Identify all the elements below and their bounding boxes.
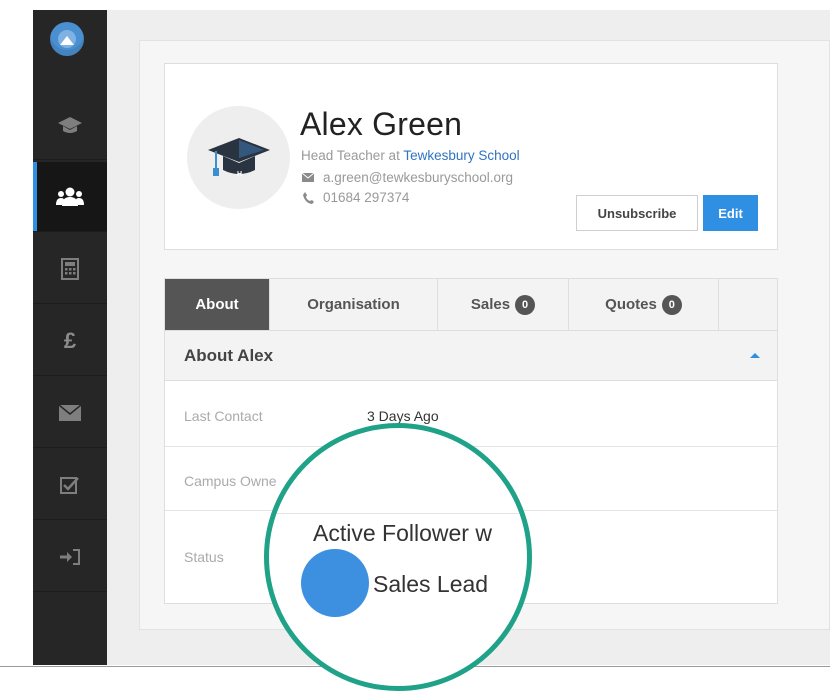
sidebar-item-calculator[interactable] <box>33 234 107 304</box>
tab-quotes[interactable]: Quotes 0 <box>569 279 719 330</box>
contact-phone: 01684 297374 <box>301 190 409 205</box>
avatar-letter: H <box>237 171 242 178</box>
sidebar-item-finance[interactable]: £ <box>33 306 107 376</box>
tab-bar: About Organisation Sales 0 Quotes 0 <box>165 279 777 331</box>
contact-name: Alex Green <box>300 106 463 142</box>
field-value: 3 Days Ago <box>367 408 439 424</box>
phone-icon <box>301 191 315 204</box>
tab-sales[interactable]: Sales 0 <box>438 279 569 330</box>
sign-in-icon <box>60 548 80 565</box>
section-title: About Alex <box>184 346 274 365</box>
status-option-label[interactable]: Sales Lead <box>373 571 488 598</box>
role-title: Head Teacher at <box>301 148 400 163</box>
avatar: H <box>187 106 290 209</box>
email-value[interactable]: a.green@tewkesburyschool.org <box>323 170 513 185</box>
school-link[interactable]: Tewkesbury School <box>403 148 519 163</box>
profile-card: H Alex Green Head Teacher at Tewkesbury … <box>164 63 778 250</box>
tab-label: About <box>195 296 239 313</box>
phone-value[interactable]: 01684 297374 <box>323 190 409 205</box>
sidebar-item-signin[interactable] <box>33 522 107 592</box>
edit-button[interactable]: Edit <box>703 195 758 231</box>
logo-icon <box>58 30 76 48</box>
pound-icon: £ <box>63 327 77 353</box>
field-label: Status <box>184 549 224 565</box>
checkbox-icon <box>60 476 79 494</box>
sidebar: £ <box>33 10 107 665</box>
contact-email: a.green@tewkesburyschool.org <box>301 170 513 185</box>
about-section-header[interactable]: About Alex <box>165 331 777 381</box>
sales-count-badge: 0 <box>515 294 536 315</box>
divider <box>269 513 527 514</box>
sidebar-item-contacts[interactable] <box>33 162 107 232</box>
envelope-icon <box>301 173 315 182</box>
quotes-count-badge: 0 <box>661 294 682 315</box>
sidebar-item-courses[interactable] <box>33 90 107 160</box>
sidebar-item-tasks[interactable] <box>33 450 107 520</box>
calculator-icon <box>61 257 79 280</box>
status-value: Active Follower w <box>313 520 492 546</box>
graduation-cap-icon: H <box>207 137 270 178</box>
status-dot-icon <box>301 549 369 617</box>
tab-label: Sales <box>470 296 511 313</box>
field-label: Last Contact <box>184 408 263 424</box>
app-window: £ H Alex Green Head Teacher at Tewkesbur… <box>0 0 830 695</box>
app-logo[interactable] <box>50 22 84 56</box>
tab-about[interactable]: About <box>165 279 270 330</box>
tab-label: Quotes <box>605 296 657 313</box>
contact-role: Head Teacher at Tewkesbury School <box>301 148 520 163</box>
tab-label: Organisation <box>307 296 400 313</box>
magnifier-callout: Active Follower w Sales Lead <box>264 423 532 691</box>
field-row-last-contact: Last Contact 3 Days Ago <box>165 381 777 447</box>
tab-organisation[interactable]: Organisation <box>270 279 438 330</box>
users-icon <box>56 187 84 206</box>
sidebar-item-mail[interactable] <box>33 378 107 448</box>
collapse-caret-icon[interactable] <box>750 353 760 358</box>
graduation-cap-icon <box>58 116 82 133</box>
unsubscribe-button[interactable]: Unsubscribe <box>576 195 698 231</box>
field-label: Campus Owne <box>184 473 277 489</box>
envelope-icon <box>59 404 81 421</box>
